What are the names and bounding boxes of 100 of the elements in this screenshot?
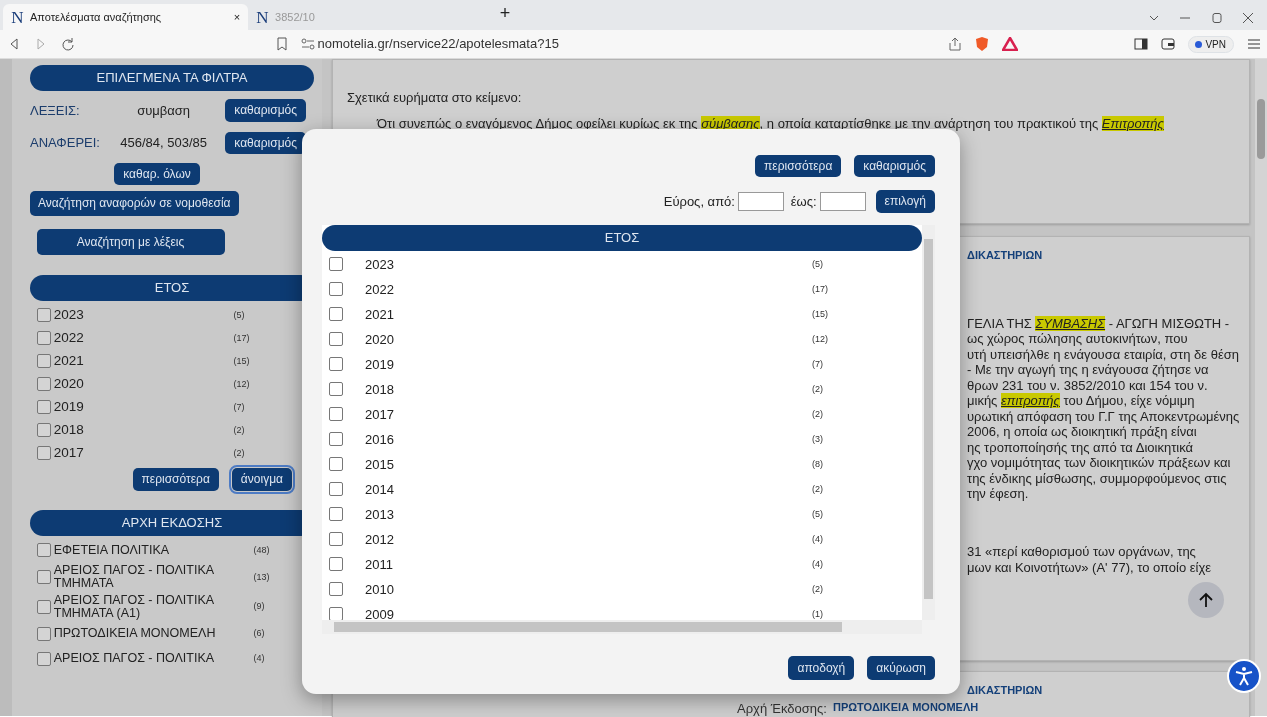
vertical-scrollbar[interactable]: [922, 224, 935, 620]
checkbox[interactable]: [36, 570, 51, 585]
vpn-button[interactable]: VPN: [1187, 35, 1234, 53]
item-count: (15): [812, 307, 828, 321]
item-count: (7): [233, 400, 245, 414]
url-field[interactable]: nomotelia.gr/nservice22/apotelesmata?15: [317, 34, 935, 54]
checkbox[interactable]: [329, 282, 343, 297]
dialog-button[interactable]: καθαρισμός: [854, 155, 935, 178]
card-title: ΔΙΚΑΣΤΗΡΙΩΝ: [967, 683, 1044, 698]
filter-value: 456/84, 503/85: [119, 134, 209, 153]
checkbox-label: 2012: [365, 530, 395, 549]
checkbox[interactable]: [36, 377, 51, 392]
checkbox[interactable]: [36, 599, 51, 614]
checkbox[interactable]: [329, 457, 343, 472]
checkbox[interactable]: [36, 308, 51, 323]
close-icon[interactable]: [1242, 11, 1254, 24]
checkbox-label: 2020: [53, 377, 85, 392]
wallet-icon[interactable]: [1160, 38, 1175, 50]
checkbox[interactable]: [329, 307, 343, 322]
item-count: (12): [812, 332, 828, 346]
dialog-button[interactable]: ακύρωση: [867, 655, 935, 681]
checkbox-label: 2017: [53, 446, 85, 461]
range-to-field[interactable]: [819, 192, 866, 212]
checkbox[interactable]: [329, 382, 343, 397]
checkbox-label: 2021: [365, 305, 395, 324]
reload-icon[interactable]: [60, 37, 75, 51]
search-button[interactable]: Αναζήτηση με λέξεις: [36, 228, 225, 256]
item-count: (3): [812, 432, 823, 446]
triangle-icon[interactable]: [1001, 37, 1018, 51]
clear-button[interactable]: καθαρισμός: [225, 131, 306, 155]
new-tab-button[interactable]: +: [499, 0, 511, 27]
item-count: (8): [812, 457, 823, 471]
checkbox[interactable]: [329, 482, 343, 497]
checkbox-label: 2009: [365, 605, 395, 620]
checkbox-label: 2015: [365, 455, 395, 474]
menu-icon[interactable]: [1246, 38, 1261, 50]
toggle-button[interactable]: περισσότερα: [132, 468, 219, 491]
tab-title: 3852/10: [275, 9, 316, 25]
checkbox[interactable]: [36, 423, 51, 438]
clear-all-button[interactable]: καθαρ. όλων: [114, 162, 200, 185]
arrow-up-icon: [1199, 592, 1213, 608]
share-icon[interactable]: [947, 37, 962, 51]
site-settings-icon[interactable]: [300, 38, 315, 50]
tab-close-button[interactable]: ×: [233, 8, 241, 26]
checkbox-label: 2019: [365, 355, 395, 374]
apply-button[interactable]: επιλογή: [875, 190, 935, 213]
accessibility-icon: [1234, 666, 1254, 686]
checkbox[interactable]: [329, 257, 343, 272]
page-scrollbar[interactable]: [1255, 59, 1267, 716]
clear-button[interactable]: καθαρισμός: [225, 99, 306, 122]
range-from-field[interactable]: [738, 192, 785, 212]
search-button[interactable]: Αναζήτηση αναφορών σε νομοθεσία: [30, 191, 239, 216]
shield-icon[interactable]: [974, 36, 989, 52]
filter-label: ΑΝΑΦΕΡΕΙ:: [30, 134, 101, 153]
item-count: (17): [233, 331, 250, 345]
item-count: (2): [233, 446, 245, 460]
checkbox[interactable]: [36, 331, 51, 346]
checkbox[interactable]: [36, 651, 51, 666]
item-count: (5): [812, 507, 823, 521]
checkbox[interactable]: [329, 532, 343, 547]
item-count: (5): [233, 308, 245, 322]
dialog-button[interactable]: αποδοχή: [788, 655, 855, 681]
checkbox[interactable]: [329, 507, 343, 522]
maximize-icon[interactable]: [1210, 11, 1223, 24]
checkbox[interactable]: [36, 543, 51, 558]
checkbox[interactable]: [329, 557, 343, 572]
item-count: (4): [253, 652, 265, 666]
checkbox[interactable]: [329, 582, 343, 597]
item-count: (2): [812, 382, 823, 396]
checkbox[interactable]: [329, 607, 343, 620]
checkbox[interactable]: [36, 446, 51, 461]
checkbox-label: 2017: [365, 405, 395, 424]
checkbox-label: 2023: [365, 255, 395, 274]
item-count: (2): [812, 582, 823, 596]
checkbox[interactable]: [36, 354, 51, 369]
browser-tab[interactable]: N Αποτελέσματα αναζήτησης ×: [3, 4, 249, 30]
checkbox[interactable]: [329, 407, 343, 422]
checkbox[interactable]: [36, 400, 51, 415]
section-header: ΕΠΙΛΕΓΜΕΝΑ ΤΑ ΦΙΛΤΡΑ: [30, 65, 314, 91]
checkbox-label: 2014: [365, 480, 395, 499]
scroll-top-button[interactable]: [1188, 582, 1224, 618]
bookmark-icon[interactable]: [275, 37, 288, 51]
tab-title: Αποτελέσματα αναζήτησης: [30, 9, 163, 25]
browser-tab[interactable]: N 3852/10: [248, 4, 494, 30]
checkbox[interactable]: [36, 626, 51, 641]
checkbox[interactable]: [329, 432, 343, 447]
dialog-button[interactable]: περισσότερα: [755, 155, 842, 178]
status-dot-icon: [1195, 40, 1203, 48]
checkbox-label: ΑΡΕΙΟΣ ΠΑΓΟΣ - ΠΟΛΙΤΙΚΑ: [53, 652, 216, 666]
item-count: (9): [253, 599, 265, 613]
item-count: (2): [233, 423, 245, 437]
range-to-label: έως:: [790, 192, 817, 211]
card-title: ΔΙΚΑΣΤΗΡΙΩΝ: [967, 248, 1044, 263]
sidebar-icon[interactable]: [1133, 38, 1148, 50]
checkbox[interactable]: [329, 332, 343, 347]
section-header: ΕΤΟΣ: [322, 224, 922, 251]
checkbox-label: 2018: [365, 380, 395, 399]
checkbox[interactable]: [329, 357, 343, 372]
item-count: (17): [812, 282, 828, 296]
toggle-button[interactable]: άνοιγμα: [231, 468, 292, 491]
